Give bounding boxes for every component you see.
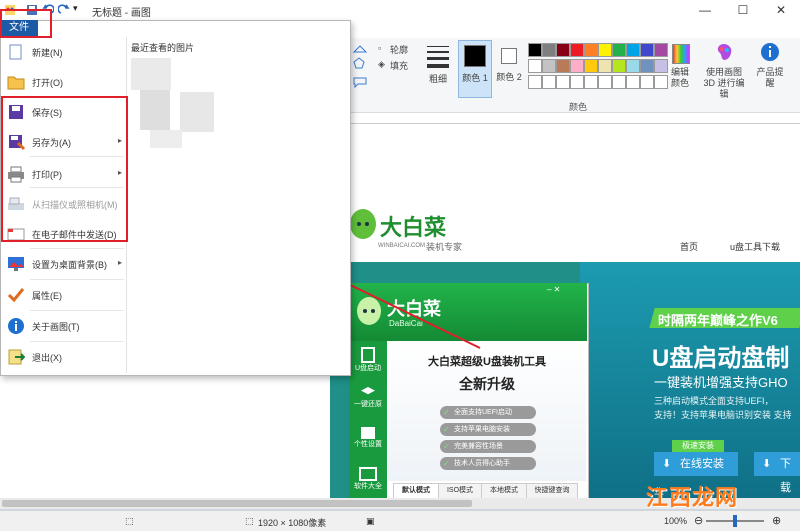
menu-item-properties-check[interactable]: 属性(E) [1,280,126,310]
selection-size-icon: ⬚ [125,516,134,526]
menu-separator [30,310,124,311]
highlight-save-print-group [1,96,128,242]
menu-item-label: 打开(O) [32,78,63,88]
zoom-slider-thumb[interactable] [733,515,737,527]
info-icon [7,317,25,335]
menu-separator [30,248,124,249]
scroll-thumb[interactable] [2,500,472,507]
status-bar: ⬚ ⬚ 1920 × 1080像素 ▣ 100% ⊖ ⊕ [0,510,800,531]
menu-item-desktop-background[interactable]: 设置为桌面背景(B) ▸ [1,249,126,279]
image-dimensions: 1920 × 1080像素 [258,518,327,528]
menu-item-label: 设置为桌面背景(B) [32,260,107,270]
menu-item-label: 关于画图(T) [32,322,80,332]
menu-separator [30,279,124,280]
desktop-background-icon [7,255,25,273]
watermark: 江西龙网 [646,485,739,510]
properties-check-icon [7,286,25,304]
new-file-icon [7,43,25,61]
menu-item-label: 新建(N) [32,48,63,58]
submenu-arrow-icon: ▸ [117,258,122,267]
recent-thumbnail-blur [180,92,214,132]
menu-item-open-folder[interactable]: 打开(O) [1,67,126,97]
recent-pictures-title: 最近查看的图片 [131,43,195,53]
image-size-icon: ⬚ [245,516,254,526]
recent-thumbnail-blur [150,130,182,148]
menu-item-new-file[interactable]: 新建(N) [1,37,126,67]
zoom-out-button[interactable]: ⊖ [694,514,703,527]
exit-icon [7,348,26,366]
menu-separator [30,341,124,342]
open-folder-icon [7,73,25,91]
menu-item-info[interactable]: 关于画图(T) [1,311,126,341]
recent-thumbnail-blur [131,58,171,90]
recent-thumbnail-blur [140,90,170,130]
zoom-in-button[interactable]: ⊕ [772,514,781,527]
highlight-file-tab [0,9,52,38]
menu-item-label: 属性(E) [32,291,62,301]
menu-item-exit[interactable]: 退出(X) [1,342,126,372]
disk-size-icon: ▣ [366,516,375,526]
menu-item-label: 退出(X) [32,353,62,363]
zoom-level: 100% [664,516,688,526]
